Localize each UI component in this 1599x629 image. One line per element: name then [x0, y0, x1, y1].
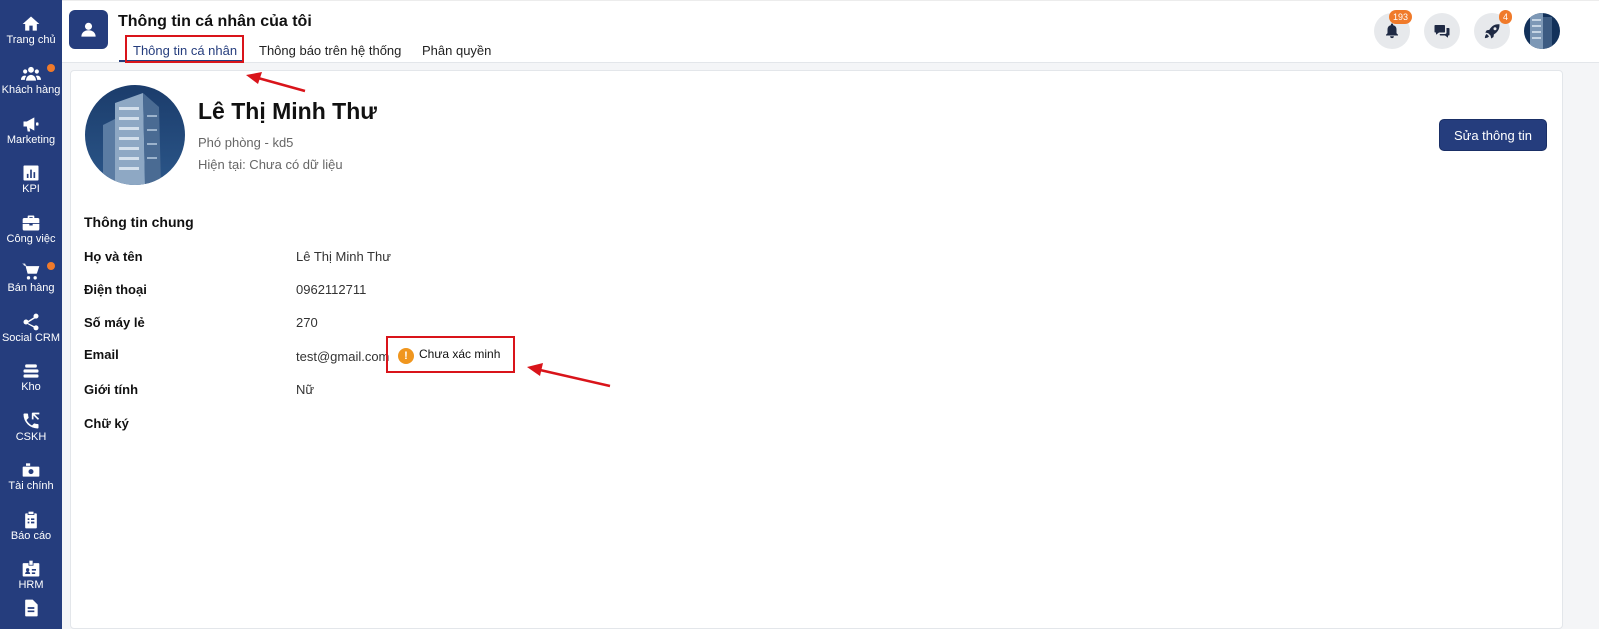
field-value-full-name: Lê Thị Minh Thư	[296, 249, 391, 264]
notification-dot	[47, 64, 55, 72]
bell-icon	[1386, 23, 1398, 39]
sidebar: Trang chủ Khách hàng Marketing KPI Công …	[0, 0, 62, 629]
field-label-email: Email	[84, 347, 119, 362]
sidebar-item-sales[interactable]: Bán hàng	[0, 254, 62, 302]
email-verify-status[interactable]: ! Chưa xác minh	[386, 336, 515, 373]
chat-icon	[1434, 25, 1450, 38]
sidebar-item-label: Marketing	[6, 134, 56, 146]
briefcase-icon	[21, 213, 41, 233]
sidebar-item-tasks[interactable]: Công việc	[0, 205, 62, 253]
user-avatar[interactable]	[1524, 13, 1560, 49]
field-label-phone: Điện thoại	[84, 282, 147, 297]
notifications-badge: 193	[1389, 10, 1413, 24]
field-value-gender: Nữ	[296, 382, 315, 397]
profile-status: Hiện tại: Chưa có dữ liệu	[198, 157, 343, 172]
sidebar-item-label: Trang chủ	[6, 34, 56, 46]
sidebar-item-label: Tài chính	[8, 480, 54, 492]
sidebar-item-label: Khách hàng	[1, 84, 61, 96]
rocket-icon	[1484, 24, 1500, 39]
sidebar-item-label: Báo cáo	[10, 530, 52, 542]
customers-icon	[21, 64, 41, 84]
phone-icon	[21, 411, 41, 431]
field-label-extension: Số máy lẻ	[84, 315, 145, 330]
edit-profile-button[interactable]: Sửa thông tin	[1439, 119, 1547, 151]
messages-button[interactable]	[1424, 13, 1460, 49]
active-tab-indicator	[119, 60, 243, 62]
sidebar-item-cskh[interactable]: CSKH	[0, 403, 62, 451]
sidebar-item-marketing[interactable]: Marketing	[0, 106, 62, 154]
field-label-signature: Chữ ký	[84, 416, 129, 431]
section-title: Thông tin chung	[84, 214, 194, 230]
cart-icon	[21, 262, 41, 282]
sidebar-item-label: KPI	[22, 183, 40, 195]
money-icon	[21, 460, 41, 480]
sidebar-item-warehouse[interactable]: Kho	[0, 353, 62, 401]
warning-icon: !	[398, 348, 414, 364]
warehouse-icon	[21, 361, 41, 381]
profile-role: Phó phòng - kd5	[198, 135, 294, 150]
profile-avatar	[85, 85, 185, 185]
sidebar-item-label: Bán hàng	[7, 282, 55, 294]
user-icon	[81, 22, 96, 37]
page-title: Thông tin cá nhân của tôi	[118, 13, 312, 30]
field-value-email: test@gmail.com	[296, 349, 390, 364]
sidebar-item-label: CSKH	[15, 431, 47, 443]
sidebar-item-reports[interactable]: Báo cáo	[0, 502, 62, 550]
field-value-phone: 0962112711	[296, 282, 367, 297]
megaphone-icon	[21, 114, 41, 134]
sidebar-item-finance[interactable]: Tài chính	[0, 452, 62, 500]
sidebar-item-social-crm[interactable]: Social CRM	[0, 304, 62, 352]
sidebar-item-label: Kho	[21, 381, 41, 393]
header: Thông tin cá nhân của tôi Thông tin cá n…	[62, 0, 1599, 63]
share-icon	[21, 312, 41, 332]
id-badge-icon	[21, 559, 41, 579]
sidebar-item-label: Công việc	[6, 233, 56, 245]
profile-card: Lê Thị Minh Thư Phó phòng - kd5 Hiện tại…	[70, 70, 1563, 629]
field-label-full-name: Họ và tên	[84, 249, 143, 264]
chart-icon	[21, 163, 41, 183]
tab-permissions[interactable]: Phân quyền	[422, 43, 491, 58]
tab-system-notifications[interactable]: Thông báo trên hệ thống	[259, 43, 401, 58]
sidebar-item-label: Social CRM	[1, 332, 61, 344]
tab-personal-info[interactable]: Thông tin cá nhân	[133, 43, 237, 58]
clipboard-icon	[21, 510, 41, 530]
profile-name: Lê Thị Minh Thư	[198, 98, 377, 124]
field-label-gender: Giới tính	[84, 382, 139, 397]
document-icon	[21, 598, 41, 618]
field-value-extension: 270	[296, 315, 318, 330]
sidebar-item-documents[interactable]	[0, 590, 62, 629]
sidebar-item-customers[interactable]: Khách hàng	[0, 56, 62, 104]
sidebar-item-home[interactable]: Trang chủ	[0, 6, 62, 54]
notification-dot	[47, 262, 55, 270]
profile-header-icon	[69, 10, 108, 49]
home-icon	[21, 14, 41, 34]
email-verify-label: Chưa xác minh	[419, 347, 501, 361]
sidebar-item-kpi[interactable]: KPI	[0, 155, 62, 203]
updates-badge: 4	[1499, 10, 1513, 24]
